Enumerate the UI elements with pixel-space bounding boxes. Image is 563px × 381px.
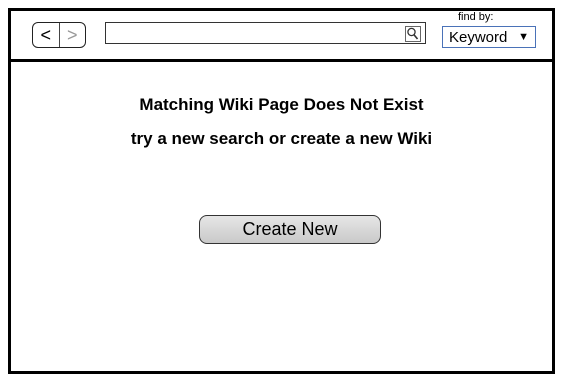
back-button[interactable]: < (33, 23, 60, 47)
forward-button[interactable]: > (60, 23, 86, 47)
browser-window: < > find by: Keyword ▼ Matching Wiki Pag… (8, 8, 555, 374)
forward-icon: > (66, 25, 78, 45)
find-by-select[interactable]: Keyword ▼ (442, 26, 536, 48)
toolbar: < > find by: Keyword ▼ (11, 11, 552, 59)
search-input[interactable] (105, 22, 426, 44)
main-content: Matching Wiki Page Does Not Exist try a … (11, 62, 552, 371)
back-icon: < (40, 25, 51, 45)
dropdown-arrow-icon: ▼ (518, 31, 529, 43)
create-new-button[interactable]: Create New (199, 215, 381, 244)
not-found-subtitle: try a new search or create a new Wiki (130, 129, 433, 148)
find-by-value: Keyword (449, 28, 508, 46)
search-icon[interactable] (405, 26, 421, 42)
nav-buttons: < > (32, 22, 86, 48)
find-by-label: find by: (458, 11, 494, 23)
not-found-title: Matching Wiki Page Does Not Exist (139, 95, 424, 114)
